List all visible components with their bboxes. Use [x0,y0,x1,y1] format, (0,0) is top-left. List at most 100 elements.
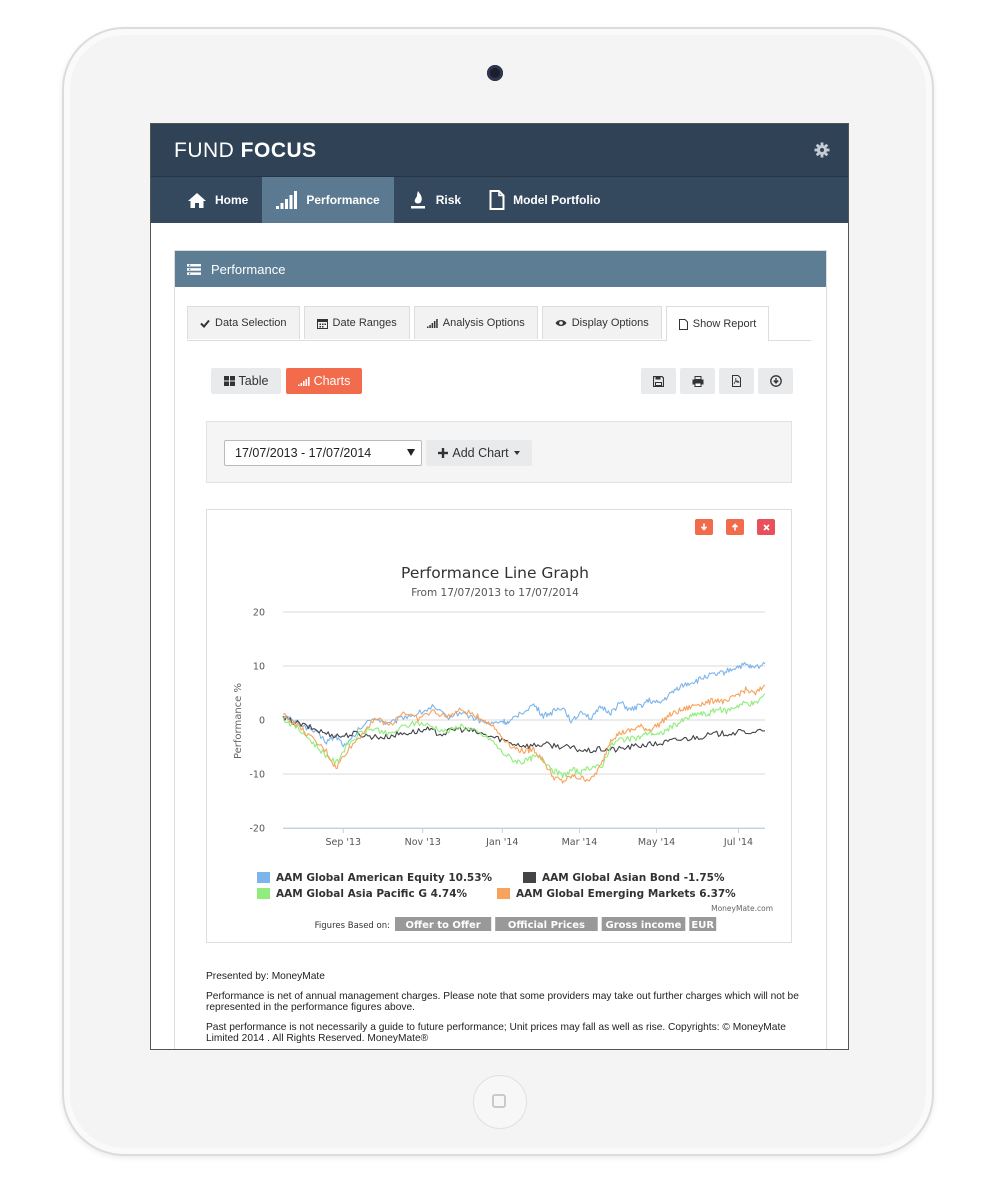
gear-icon[interactable] [814,142,830,158]
tab-date-ranges-label: Date Ranges [332,317,397,329]
nav-home-label: Home [215,193,249,207]
table-view-label: Table [238,374,269,388]
tab-display-options-label: Display Options [571,317,649,329]
legend-swatch [257,872,270,883]
eye-icon [555,320,567,326]
nav-model-portfolio[interactable]: Model Portfolio [475,177,614,223]
tab-data-selection[interactable]: Data Selection [187,306,300,339]
y-tick-label: 20 [253,608,265,619]
plus-icon [438,448,449,458]
chart-container: Performance Line Graph From 17/07/2013 t… [206,509,792,943]
caret-down-icon [407,449,415,456]
tab-show-report-label: Show Report [692,318,757,330]
legend-item[interactable]: AAM Global Asian Bond -1.75% [542,872,725,884]
y-tick-label: -10 [249,770,265,781]
charts-view-label: Charts [313,374,351,388]
figures-badge-label: Offer to Offer [405,920,480,931]
brand-light: FUND [174,139,235,162]
add-chart-label: Add Chart [452,446,509,460]
charts-view-button[interactable]: Charts [286,368,362,394]
caret-down-icon [513,451,520,455]
view-toolbar: Table Charts [211,368,794,394]
panel-title: Performance [211,261,286,277]
signal-bars-icon [426,318,438,328]
legend-item[interactable]: AAM Global Asia Pacific G 4.74% [276,888,468,900]
x-tick-label: Nov '13 [405,837,441,848]
past-performance-note: Past performance is not necessarily a gu… [206,1022,786,1044]
figures-badge-label: EUR [691,920,714,931]
figures-badge-label: Official Prices [508,920,585,931]
chart-title: Performance Line Graph [401,564,589,582]
home-icon [188,192,206,208]
calendar-icon [316,318,328,329]
x-tick-label: Jan '14 [485,837,518,848]
presented-by: Presented by: MoneyMate [206,971,325,982]
tab-display-options[interactable]: Display Options [541,306,662,339]
nav-risk-label: Risk [435,193,462,207]
report-footnotes: Presented by: MoneyMate Performance is n… [206,971,806,1049]
performance-note: Performance is net of annual management … [206,991,799,1013]
x-tick-label: Mar '14 [562,837,598,848]
x-tick-label: Sep '13 [325,837,361,848]
chart-subtitle: From 17/07/2013 to 17/07/2014 [411,587,579,599]
chart-credit: MoneyMate.com [711,904,773,913]
top-bar: FUND FOCUS [151,124,848,176]
legend-swatch [523,872,536,883]
figures-badge-label: Gross income [606,920,682,931]
signal-bars-icon [276,191,298,209]
app-screen: FUND FOCUS Home Performance Risk Model P… [150,123,849,1050]
page-content: Performance Data Selection Date Ranges A… [151,223,848,1049]
date-range-value: 17/07/2013 - 17/07/2014 [235,446,372,460]
list-icon [187,263,201,275]
tablet-home-button[interactable] [473,1075,527,1129]
tab-analysis-options[interactable]: Analysis Options [413,306,538,339]
performance-line-chart: Performance Line Graph From 17/07/2013 t… [233,564,773,931]
date-range-select[interactable]: 17/07/2013 - 17/07/2014 [224,440,422,466]
nav-performance[interactable]: Performance [262,177,394,223]
tab-show-report[interactable]: Show Report [665,306,770,341]
series-line [282,684,766,784]
printer-icon [692,375,703,387]
document-icon [489,190,505,210]
y-tick-label: -20 [249,824,265,835]
brand-bold: FOCUS [240,139,317,162]
print-button[interactable] [680,368,715,394]
flame-icon [410,191,425,209]
y-tick-label: 10 [253,662,265,673]
pdf-file-icon [732,375,741,387]
brand-logo: FUND FOCUS [174,139,317,163]
floppy-icon [653,375,664,387]
legend-item[interactable]: AAM Global Emerging Markets 6.37% [516,888,736,900]
pdf-button[interactable] [719,368,754,394]
panel-header: Performance [175,251,826,287]
tab-date-ranges[interactable]: Date Ranges [303,306,410,339]
figures-based-on-label: Figures Based on: [315,921,390,931]
add-chart-button[interactable]: Add Chart [426,440,532,466]
legend-swatch [257,888,270,899]
download-circle-icon [769,375,782,387]
grid-icon [223,376,235,386]
tab-data-selection-label: Data Selection [215,317,287,329]
camera-icon [487,65,503,81]
performance-panel: Performance Data Selection Date Ranges A… [174,250,827,1049]
nav-home[interactable]: Home [173,177,262,223]
legend-item[interactable]: AAM Global American Equity 10.53% [276,872,493,884]
nav-model-portfolio-label: Model Portfolio [513,193,601,207]
download-button[interactable] [758,368,793,394]
x-tick-label: Jul '14 [723,837,753,848]
table-view-button[interactable]: Table [211,368,281,394]
y-tick-label: 0 [259,716,265,727]
save-button[interactable] [641,368,676,394]
check-icon [200,319,210,328]
main-nav: Home Performance Risk Model Portfolio [151,176,848,223]
y-axis-label: Performance % [233,683,244,759]
x-tick-label: May '14 [638,837,675,848]
nav-performance-label: Performance [306,193,380,207]
nav-risk[interactable]: Risk [394,177,475,223]
tab-bar: Data Selection Date Ranges Analysis Opti… [187,306,811,341]
tab-analysis-options-label: Analysis Options [442,317,525,329]
series-line [282,715,766,754]
signal-bars-icon [297,376,310,386]
legend-swatch [497,888,510,899]
chart-options-well: 17/07/2013 - 17/07/2014 Add Chart [206,421,792,483]
